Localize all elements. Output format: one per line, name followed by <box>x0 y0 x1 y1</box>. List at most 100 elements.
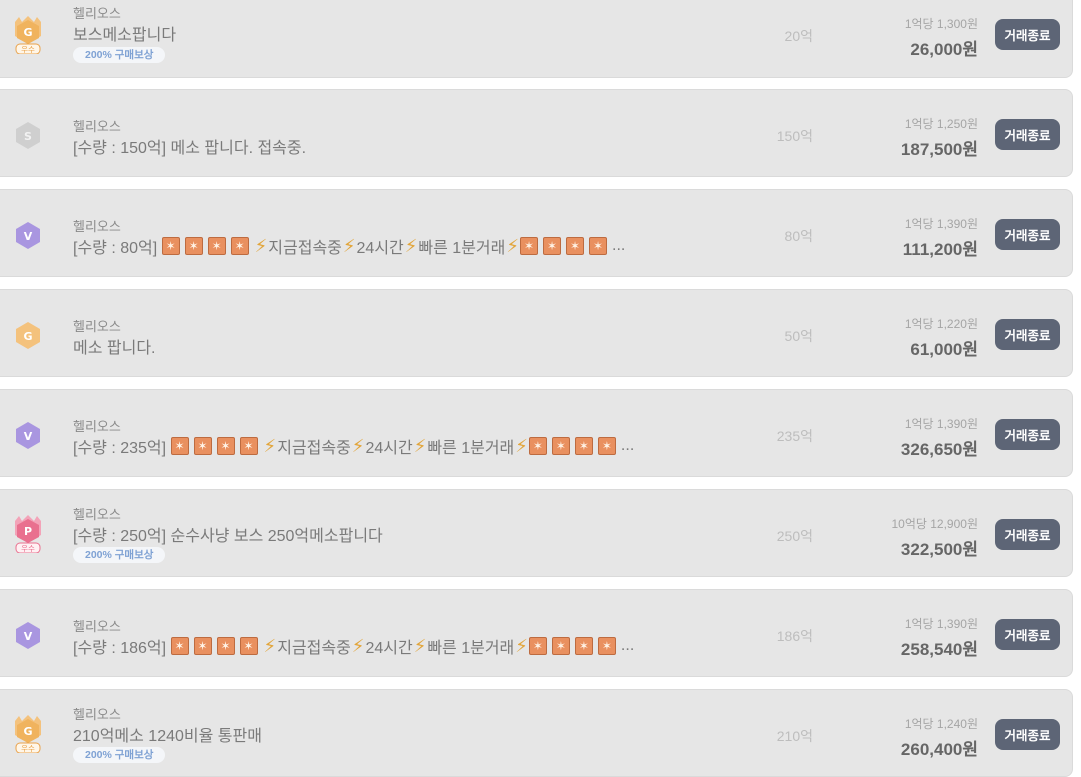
listing-title[interactable]: 210억메소 1240비율 통판매 <box>73 722 262 746</box>
title-prefix: [수량 : 235억] <box>73 440 167 457</box>
trade-end-button[interactable]: 거래종료 <box>995 119 1060 150</box>
listing-row[interactable]: S 헬리오스 [수량 : 150억] 메소 팝니다. 접속중. 150억 1억당… <box>0 89 1073 177</box>
sparkle-emoji-icon <box>528 437 547 455</box>
title-segment: 지금접속중 <box>268 240 342 257</box>
server-name: 헬리오스 <box>73 707 121 722</box>
quantity: 250억 <box>776 528 813 544</box>
badge-sub: 우수 <box>21 544 35 553</box>
server-name: 헬리오스 <box>73 119 121 134</box>
quantity: 210억 <box>776 728 813 744</box>
badge-letter: V <box>24 630 33 643</box>
quantity: 235억 <box>776 428 813 444</box>
unit-price: 1억당 1,300원 <box>904 17 978 31</box>
badge-sub: 우수 <box>21 744 35 753</box>
title-segment: 24시간 <box>365 440 413 457</box>
unit-price: 10억당 12,900원 <box>891 517 978 531</box>
purple-v-badge-icon: V <box>11 614 45 654</box>
lightning-icon: ⚡ <box>342 235 356 256</box>
title-segment: 빠른 1분거래 <box>427 640 515 657</box>
title-ellipsis: ... <box>612 237 626 254</box>
pink-p-excellent-badge-icon: P 우수 <box>11 513 45 553</box>
listing-row[interactable]: V 헬리오스 [수량 : 186억] ⚡지금접속중 ⚡24시간 ⚡빠른 1분거래… <box>0 589 1073 677</box>
sparkle-emoji-icon <box>239 437 258 455</box>
sparkle-emoji-icon <box>574 437 593 455</box>
listing-row[interactable]: P 우수 헬리오스 [수량 : 250억] 순수사냥 보스 250억메소팝니다 … <box>0 489 1073 577</box>
listing-title[interactable]: 메소 팝니다. <box>73 334 156 358</box>
gold-g-badge-icon: G <box>11 314 45 354</box>
server-name: 헬리오스 <box>73 219 121 234</box>
trade-end-button[interactable]: 거래종료 <box>995 19 1060 50</box>
sparkle-emoji-icon <box>574 637 593 655</box>
title-prefix: [수량 : 186억] <box>73 640 167 657</box>
total-price: 61,000원 <box>910 340 978 359</box>
total-price: 322,500원 <box>900 540 978 559</box>
unit-price: 1억당 1,220원 <box>904 317 978 331</box>
quantity: 50억 <box>784 328 813 344</box>
badge-letter: P <box>24 525 32 538</box>
title-segment: 24시간 <box>365 640 413 657</box>
listing-row[interactable]: G 헬리오스 메소 팝니다. 50억 1억당 1,220원 61,000원 거래… <box>0 289 1073 377</box>
trade-end-button[interactable]: 거래종료 <box>995 619 1060 650</box>
unit-price: 1억당 1,250원 <box>904 117 978 131</box>
lightning-icon: ⚡ <box>351 435 365 456</box>
quantity: 80억 <box>784 228 813 244</box>
listing-title[interactable]: [수량 : 250억] 순수사냥 보스 250억메소팝니다 <box>73 522 383 546</box>
lightning-icon: ⚡ <box>515 635 528 656</box>
silver-s-badge-icon: S <box>11 114 45 154</box>
sparkle-emoji-icon <box>216 637 235 655</box>
listing-title[interactable]: [수량 : 186억] ⚡지금접속중 ⚡24시간 ⚡빠른 1분거래 ⚡ ... <box>73 634 634 658</box>
title-prefix: [수량 : 80억] <box>73 240 158 257</box>
trade-end-button[interactable]: 거래종료 <box>995 219 1060 250</box>
listing-title[interactable]: [수량 : 235억] ⚡지금접속중 ⚡24시간 ⚡빠른 1분거래 ⚡ ... <box>73 434 634 458</box>
trade-end-button[interactable]: 거래종료 <box>995 719 1060 750</box>
listing-row[interactable]: V 헬리오스 [수량 : 235억] ⚡지금접속중 ⚡24시간 ⚡빠른 1분거래… <box>0 389 1073 477</box>
purple-v-badge-icon: V <box>11 414 45 454</box>
badge-letter: G <box>23 330 32 343</box>
listing-row[interactable]: G 우수 헬리오스 210억메소 1240비율 통판매 200% 구매보상 21… <box>0 689 1073 777</box>
title-segment: 지금접속중 <box>277 440 351 457</box>
listing-row[interactable]: V 헬리오스 [수량 : 80억] ⚡지금접속중 ⚡24시간 ⚡빠른 1분거래 … <box>0 189 1073 277</box>
sparkle-emoji-icon <box>543 237 562 255</box>
sparkle-emoji-icon <box>170 637 189 655</box>
quantity: 150억 <box>776 128 813 144</box>
listing-title[interactable]: 보스메소팝니다 <box>73 21 176 45</box>
title-segment: 지금접속중 <box>277 640 351 657</box>
sparkle-emoji-icon <box>239 637 258 655</box>
title-ellipsis: ... <box>620 437 635 454</box>
lightning-icon: ⚡ <box>413 635 427 656</box>
total-price: 326,650원 <box>900 440 978 459</box>
listing-row[interactable]: G 우수 헬리오스 보스메소팝니다 200% 구매보상 20억 1억당 1,30… <box>0 0 1073 78</box>
listing-title[interactable]: [수량 : 150억] 메소 팝니다. 접속중. <box>73 134 306 158</box>
sparkle-emoji-icon <box>193 637 212 655</box>
badge-letter: G <box>23 26 32 39</box>
total-price: 260,400원 <box>900 740 978 759</box>
sparkle-emoji-icon <box>597 437 616 455</box>
trade-end-button[interactable]: 거래종료 <box>995 319 1060 350</box>
badge-letter: S <box>24 130 32 143</box>
server-name: 헬리오스 <box>73 319 121 334</box>
total-price: 187,500원 <box>900 140 978 159</box>
trade-end-button[interactable]: 거래종료 <box>995 519 1060 550</box>
sparkle-emoji-icon <box>216 437 235 455</box>
reward-tag: 200% 구매보상 <box>73 547 166 563</box>
lightning-icon: ⚡ <box>254 235 268 256</box>
gold-g-excellent-badge-icon: G 우수 <box>11 713 45 753</box>
server-name: 헬리오스 <box>73 419 121 434</box>
lightning-icon: ⚡ <box>263 635 277 656</box>
lightning-icon: ⚡ <box>404 235 418 256</box>
reward-tag: 200% 구매보상 <box>73 47 166 63</box>
sparkle-emoji-icon <box>193 437 212 455</box>
sparkle-emoji-icon <box>566 237 585 255</box>
sparkle-emoji-icon <box>184 237 203 255</box>
title-segment: 24시간 <box>356 240 404 257</box>
quantity: 20억 <box>784 28 813 44</box>
sparkle-emoji-icon <box>589 237 608 255</box>
total-price: 111,200원 <box>902 240 978 259</box>
listing-title[interactable]: [수량 : 80억] ⚡지금접속중 ⚡24시간 ⚡빠른 1분거래 ⚡ ... <box>73 234 625 258</box>
purple-v-badge-icon: V <box>11 214 45 254</box>
title-ellipsis: ... <box>620 637 635 654</box>
badge-letter: G <box>23 725 32 738</box>
badge-sub: 우수 <box>21 45 35 54</box>
title-segment: 빠른 1분거래 <box>418 240 506 257</box>
trade-end-button[interactable]: 거래종료 <box>995 419 1060 450</box>
